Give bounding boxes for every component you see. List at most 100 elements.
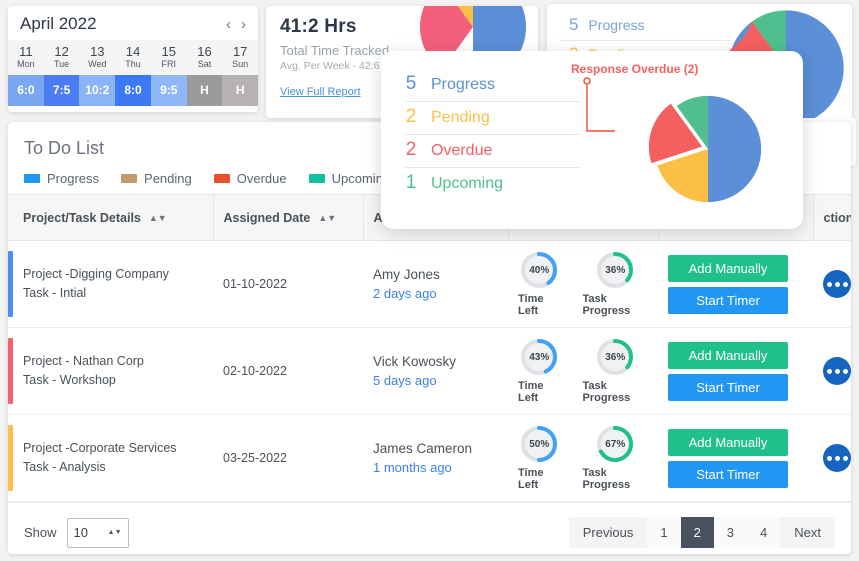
legend-label: Overdue (237, 171, 287, 186)
more-horizontal-icon[interactable] (823, 357, 851, 385)
more-horizontal-icon[interactable] (823, 270, 851, 298)
relative-time[interactable]: 2 days ago (373, 284, 498, 304)
table-row[interactable]: Project -Digging CompanyTask - Intial01-… (8, 241, 851, 328)
start-timer-button[interactable]: Start Timer (668, 461, 788, 488)
calendar-day-name: Tue (44, 59, 80, 70)
view-full-report-link[interactable]: View Full Report (280, 86, 361, 98)
stepper-icon[interactable]: ▲▼ (108, 529, 122, 536)
task-progress-meter: 36%Task Progress (583, 338, 648, 404)
task-progress-ring: 67% (596, 425, 634, 463)
time-left-label: Time Left (518, 293, 561, 317)
relative-time[interactable]: 5 days ago (373, 371, 498, 391)
column-header-project-task[interactable]: Project/Task Details ▲▼ (13, 195, 213, 241)
cell-project-task: Project - Nathan CorpTask - Workshop (13, 328, 213, 415)
chevron-left-icon[interactable]: ‹ (226, 17, 231, 32)
pagination-page-4[interactable]: 4 (747, 517, 780, 548)
table-row[interactable]: Project -Corporate ServicesTask - Analys… (8, 415, 851, 502)
calendar-day[interactable]: 11Mon (8, 40, 44, 75)
cell-more-actions (813, 241, 851, 328)
cell-more-actions (813, 328, 851, 415)
pagination-next[interactable]: Next (780, 517, 835, 548)
calendar-hours-cell[interactable]: 9:5 (151, 75, 187, 106)
relative-time[interactable]: 1 months ago (373, 458, 498, 478)
sort-icon[interactable]: ▲▼ (149, 214, 167, 222)
calendar-hours-cell[interactable]: H (222, 75, 258, 106)
calendar-day[interactable]: 17Sun (222, 40, 258, 75)
pagination-page-3[interactable]: 3 (714, 517, 747, 548)
chevron-right-icon[interactable]: › (241, 17, 246, 32)
legend-label: Pending (144, 171, 192, 186)
rows-per-page-select[interactable]: 10 ▲▼ (67, 518, 129, 548)
time-left-meter: 40% Time Left (518, 251, 561, 317)
overlay-legend-row: 5Progress (405, 69, 580, 102)
assignee-name: James Cameron (373, 439, 498, 458)
column-header-assigned-date[interactable]: Assigned Date ▲▼ (213, 195, 363, 241)
overlay-legend-row: 1Upcoming (405, 168, 580, 200)
task-progress-label: Task Progress (583, 467, 648, 491)
calendar-day[interactable]: 13Wed (79, 40, 115, 75)
cell-project-task: Project -Corporate ServicesTask - Analys… (13, 415, 213, 502)
calendar-title: April 2022 (20, 14, 97, 34)
overlay-count: 2 (405, 106, 417, 128)
overlay-label: Progress (431, 76, 495, 94)
add-manually-button[interactable]: Add Manually (668, 255, 788, 282)
time-left-meter: 50%Time Left (518, 425, 561, 491)
column-label: Project/Task Details (23, 211, 141, 225)
legend-item[interactable]: Overdue (214, 171, 287, 186)
legend-item[interactable]: Progress (24, 171, 99, 186)
add-manually-button[interactable]: Add Manually (668, 342, 788, 369)
pagination-page-1[interactable]: 1 (647, 517, 680, 548)
more-horizontal-icon[interactable] (823, 444, 851, 472)
stats-label: Progress (588, 17, 644, 33)
calendar-hours-cell[interactable]: 6:0 (8, 75, 44, 106)
table-row[interactable]: Project - Nathan CorpTask - Workshop02-1… (8, 328, 851, 415)
calendar-day[interactable]: 15FRI (151, 40, 187, 75)
overlay-label: Pending (431, 109, 490, 127)
cell-assignee: Vick Kowosky5 days ago (363, 328, 508, 415)
calendar-hours-cell[interactable]: 8:0 (115, 75, 151, 106)
table-footer: Show 10 ▲▼ Previous1234Next (8, 502, 851, 554)
legend-item[interactable]: Pending (121, 171, 192, 186)
calendar-day-name: Wed (79, 59, 115, 70)
pagination-page-2[interactable]: 2 (681, 517, 714, 548)
calendar-day[interactable]: 14Thu (115, 40, 151, 75)
calendar-day-name: Mon (8, 59, 44, 70)
assigned-date: 03-25-2022 (223, 451, 287, 465)
rows-per-page: Show 10 ▲▼ (24, 518, 129, 548)
stats-legend-row: 5Progress (561, 12, 731, 41)
calendar-day-number: 17 (222, 44, 258, 59)
legend-item[interactable]: Upcoming (309, 171, 391, 186)
overlay-label: Overdue (431, 142, 492, 160)
time-left-label: Time Left (518, 380, 561, 404)
calendar-day[interactable]: 12Tue (44, 40, 80, 75)
cell-progress-rings: 43% Time Left 36%Task Progress (508, 328, 658, 415)
start-timer-button[interactable]: Start Timer (668, 287, 788, 314)
calendar-day[interactable]: 16Sat (187, 40, 223, 75)
overdue-annotation-label: Response Overdue (2) (571, 62, 698, 76)
ring-percent: 43% (520, 338, 558, 376)
calendar-header: April 2022 ‹ › (8, 6, 258, 40)
overlay-label: Upcoming (431, 175, 503, 193)
legend-swatch (24, 174, 40, 183)
add-manually-button[interactable]: Add Manually (668, 429, 788, 456)
pagination-previous[interactable]: Previous (569, 517, 648, 548)
calendar-hours-cell[interactable]: 7:5 (44, 75, 80, 106)
task-progress-ring: 36% (596, 338, 634, 376)
calendar-day-name: Sat (187, 59, 223, 70)
task-progress-ring: 36% (596, 251, 634, 289)
cell-assigned-date: 03-25-2022 (213, 415, 363, 502)
cell-actions-buttons: Add Manually Start Timer (658, 328, 813, 415)
calendar-hours-cell[interactable]: 10:2 (79, 75, 115, 106)
legend-label: Progress (47, 171, 99, 186)
project-name: Project -Corporate Services (23, 439, 203, 458)
table-body: Project -Digging CompanyTask - Intial01-… (8, 241, 851, 502)
time-left-ring: 40% (520, 251, 558, 289)
rows-per-page-value: 10 (74, 525, 88, 540)
todo-table: Project/Task Details ▲▼ Assigned Date ▲▼… (8, 194, 851, 502)
cell-progress-rings: 40%Time Left36%Task Progress (508, 241, 658, 328)
sort-icon[interactable]: ▲▼ (318, 214, 336, 222)
calendar-hours-cell[interactable]: H (187, 75, 223, 106)
start-timer-button[interactable]: Start Timer (668, 374, 788, 401)
time-left-meter: 43% Time Left (518, 338, 561, 404)
cell-assigned-date: 01-10-2022 (213, 241, 363, 328)
